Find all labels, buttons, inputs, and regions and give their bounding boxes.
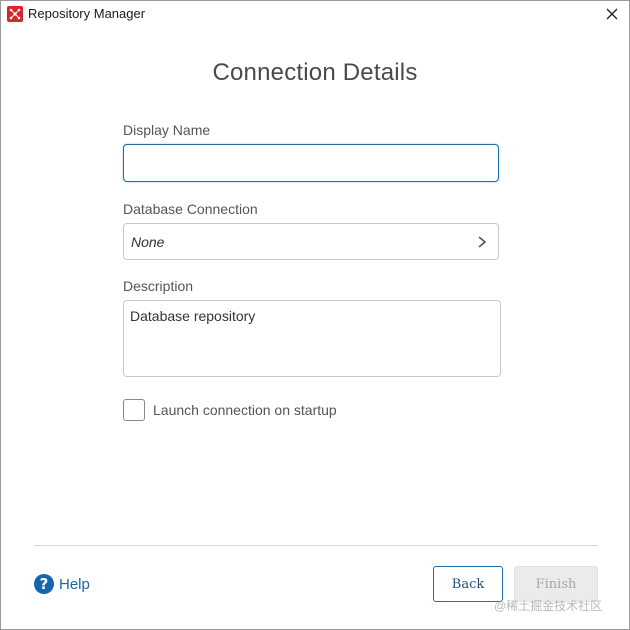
footer-divider — [34, 545, 598, 546]
question-circle-icon: ? — [34, 574, 54, 594]
database-connection-label: Database Connection — [123, 201, 258, 217]
database-connection-value: None — [131, 234, 165, 250]
description-textarea[interactable] — [123, 300, 501, 377]
page-title: Connection Details — [212, 59, 418, 86]
help-link[interactable]: ? Help — [34, 573, 90, 595]
close-button[interactable] — [603, 5, 621, 23]
launch-on-startup-checkbox[interactable] — [123, 399, 145, 421]
app-logo-icon — [7, 6, 23, 22]
database-connection-select[interactable]: None — [123, 223, 499, 260]
back-button[interactable]: Back — [433, 566, 503, 602]
title-bar: Repository Manager — [1, 1, 629, 27]
watermark-text: @稀土掘金技术社区 — [494, 599, 603, 613]
display-name-input[interactable] — [123, 144, 499, 182]
window-title: Repository Manager — [28, 6, 146, 21]
display-name-label: Display Name — [123, 122, 211, 138]
launch-on-startup-label[interactable]: Launch connection on startup — [153, 402, 337, 418]
close-icon — [606, 8, 618, 20]
help-label: Help — [59, 575, 90, 593]
repository-manager-window: Repository Manager Connection Details Di… — [0, 0, 630, 630]
chevron-right-icon — [478, 236, 487, 248]
description-label: Description — [123, 278, 194, 294]
